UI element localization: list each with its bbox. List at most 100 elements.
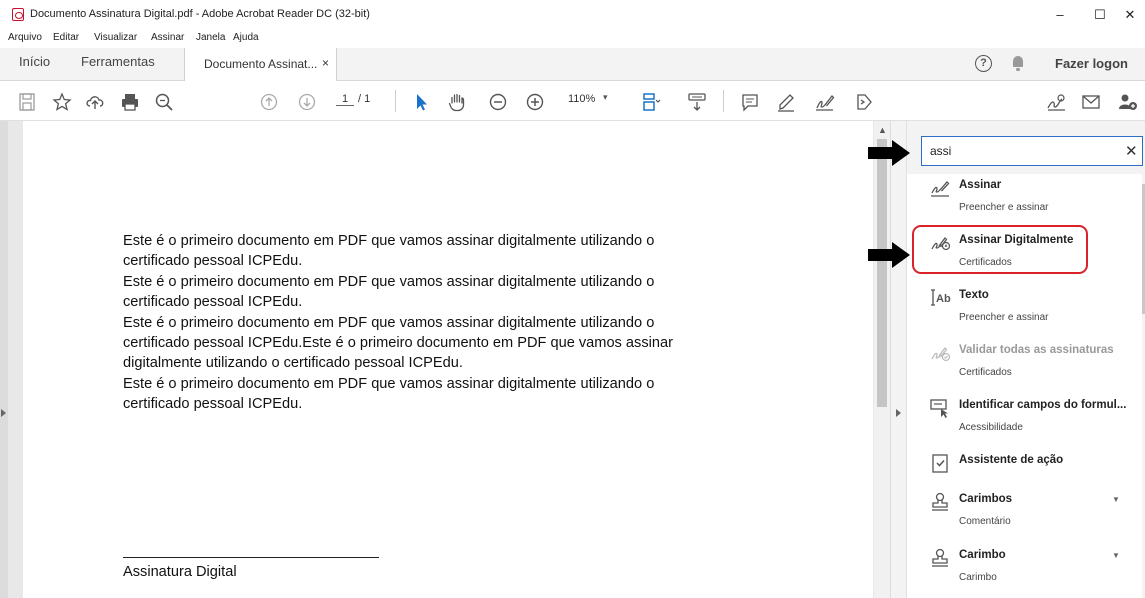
menu-visualizar[interactable]: Visualizar bbox=[94, 32, 137, 43]
result-name: Identificar campos do formul... bbox=[959, 399, 1127, 411]
close-window-button[interactable]: ✕ bbox=[1110, 4, 1145, 26]
page-number-input[interactable]: 1 bbox=[336, 93, 354, 106]
document-line: Este é o primeiro documento em PDF que v… bbox=[123, 375, 655, 392]
highlight-ring bbox=[912, 225, 1088, 274]
menu-assinar[interactable]: Assinar bbox=[151, 32, 184, 43]
sign-in-link[interactable]: Fazer logon bbox=[1055, 56, 1128, 71]
right-panel-toggle[interactable] bbox=[890, 121, 906, 598]
scrollbar-thumb[interactable] bbox=[877, 139, 887, 407]
minimize-button[interactable]: – bbox=[1040, 4, 1080, 26]
zoom-out-search-icon[interactable] bbox=[153, 91, 175, 113]
result-name: Carimbo bbox=[959, 549, 1006, 561]
main-toolbar: 1 / 1 110% ▾ bbox=[0, 81, 1145, 121]
clear-search-icon[interactable]: ✕ bbox=[1125, 142, 1138, 160]
acrobat-logo-icon bbox=[12, 8, 24, 21]
help-icon[interactable]: ? bbox=[975, 55, 992, 72]
document-view: Este é o primeiro documento em PDF que v… bbox=[0, 121, 890, 598]
select-pointer-icon[interactable] bbox=[410, 91, 432, 113]
document-scrollbar[interactable]: ▲ bbox=[874, 121, 890, 598]
menu-janela[interactable]: Janela bbox=[196, 32, 225, 43]
signature-line bbox=[123, 557, 379, 558]
result-validar-assinaturas[interactable]: Validar todas as assinaturas Certificado… bbox=[907, 339, 1142, 391]
email-icon[interactable] bbox=[1080, 91, 1102, 113]
stamp-icon bbox=[929, 547, 951, 569]
stamp-icon bbox=[929, 491, 951, 513]
pdf-page: Este é o primeiro documento em PDF que v… bbox=[23, 121, 873, 598]
expand-chevron-icon[interactable]: ▼ bbox=[1112, 495, 1120, 504]
result-carimbos[interactable]: Carimbos Comentário ▼ bbox=[907, 488, 1142, 540]
left-panel-toggle[interactable] bbox=[0, 121, 8, 598]
zoom-level-select[interactable]: 110% bbox=[568, 93, 595, 105]
keyboard-scroll-icon[interactable] bbox=[686, 91, 708, 113]
document-line: Este é o primeiro documento em PDF que v… bbox=[123, 233, 655, 249]
zoom-in-icon[interactable] bbox=[524, 91, 546, 113]
share-send-icon[interactable] bbox=[853, 91, 875, 113]
tab-close-icon[interactable]: × bbox=[322, 56, 329, 70]
document-line: certificado pessoal ICPEdu. bbox=[123, 396, 303, 413]
tab-document[interactable]: Documento Assinat... × bbox=[184, 48, 337, 81]
result-category: Comentário bbox=[959, 516, 1011, 527]
result-category: Acessibilidade bbox=[959, 422, 1023, 433]
toolbar-divider bbox=[723, 90, 724, 112]
signature-link-icon[interactable] bbox=[1045, 91, 1067, 113]
result-category: Preencher e assinar bbox=[959, 202, 1049, 213]
notification-bell-icon[interactable] bbox=[1012, 56, 1024, 71]
result-assinar[interactable]: Assinar Preencher e assinar bbox=[907, 174, 1142, 226]
toolbar-divider bbox=[395, 90, 396, 112]
result-name: Texto bbox=[959, 289, 989, 301]
identify-fields-icon bbox=[929, 397, 951, 419]
previous-page-icon[interactable] bbox=[258, 91, 280, 113]
highlight-pen-icon[interactable] bbox=[775, 91, 797, 113]
document-line: digitalmente utilizando o certificado pe… bbox=[123, 355, 463, 372]
document-line: certificado pessoal ICPEdu. bbox=[123, 294, 303, 311]
window-title: Documento Assinatura Digital.pdf - Adobe… bbox=[30, 8, 370, 20]
menu-editar[interactable]: Editar bbox=[53, 32, 79, 43]
fit-page-icon[interactable] bbox=[640, 91, 662, 113]
tab-tools[interactable]: Ferramentas bbox=[81, 54, 155, 69]
pointer-arrow-icon bbox=[868, 242, 910, 268]
tool-search[interactable]: ✕ bbox=[921, 136, 1143, 166]
bookmark-star-icon[interactable] bbox=[51, 91, 73, 113]
upload-cloud-icon[interactable] bbox=[84, 91, 106, 113]
tab-home[interactable]: Início bbox=[19, 54, 50, 69]
svg-text:Ab: Ab bbox=[936, 293, 951, 305]
pointer-arrow-icon bbox=[868, 140, 910, 166]
zoom-out-icon[interactable] bbox=[487, 91, 509, 113]
result-name: Validar todas as assinaturas bbox=[959, 344, 1114, 356]
result-category: Carimbo bbox=[959, 572, 997, 583]
next-page-icon[interactable] bbox=[296, 91, 318, 113]
text-field-icon: Ab bbox=[929, 287, 951, 309]
tab-document-label: Documento Assinat... bbox=[204, 57, 318, 71]
menu-ajuda[interactable]: Ajuda bbox=[233, 32, 259, 43]
result-category: Certificados bbox=[959, 367, 1012, 378]
print-icon[interactable] bbox=[119, 91, 141, 113]
collapse-right-icon bbox=[896, 409, 901, 417]
result-category: Preencher e assinar bbox=[959, 312, 1049, 323]
scroll-up-icon[interactable]: ▲ bbox=[878, 125, 887, 135]
result-texto[interactable]: Ab Texto Preencher e assinar bbox=[907, 284, 1142, 336]
tab-bar: Início Ferramentas Documento Assinat... … bbox=[0, 48, 1145, 81]
page-total: / 1 bbox=[358, 93, 371, 105]
add-user-icon[interactable] bbox=[1117, 91, 1139, 113]
tools-pane: ✕ Assinar Preencher e assinar Assinar Di… bbox=[906, 121, 1145, 598]
document-line: Este é o primeiro documento em PDF que v… bbox=[123, 273, 655, 290]
result-carimbo[interactable]: Carimbo Carimbo ▼ bbox=[907, 544, 1142, 596]
zoom-dropdown-icon[interactable]: ▾ bbox=[603, 92, 608, 103]
expand-left-icon bbox=[1, 409, 6, 417]
action-wizard-icon bbox=[929, 452, 951, 474]
document-line: certificado pessoal ICPEdu. bbox=[123, 253, 303, 270]
hand-tool-icon[interactable] bbox=[446, 91, 468, 113]
sign-icon[interactable] bbox=[813, 91, 835, 113]
menu-arquivo[interactable]: Arquivo bbox=[8, 32, 42, 43]
validate-signature-icon bbox=[929, 342, 951, 364]
result-identificar-campos[interactable]: Identificar campos do formul... Acessibi… bbox=[907, 394, 1142, 446]
tool-search-input[interactable] bbox=[930, 143, 1110, 159]
title-bar: Documento Assinatura Digital.pdf - Adobe… bbox=[0, 0, 1145, 30]
save-icon[interactable] bbox=[16, 91, 38, 113]
signature-label: Assinatura Digital bbox=[123, 564, 237, 580]
document-body: Este é o primeiro documento em PDF que v… bbox=[123, 231, 673, 415]
result-name: Carimbos bbox=[959, 493, 1013, 505]
result-name: Assistente de ação bbox=[959, 454, 1064, 466]
expand-chevron-icon[interactable]: ▼ bbox=[1112, 551, 1120, 560]
comment-icon[interactable] bbox=[739, 91, 761, 113]
